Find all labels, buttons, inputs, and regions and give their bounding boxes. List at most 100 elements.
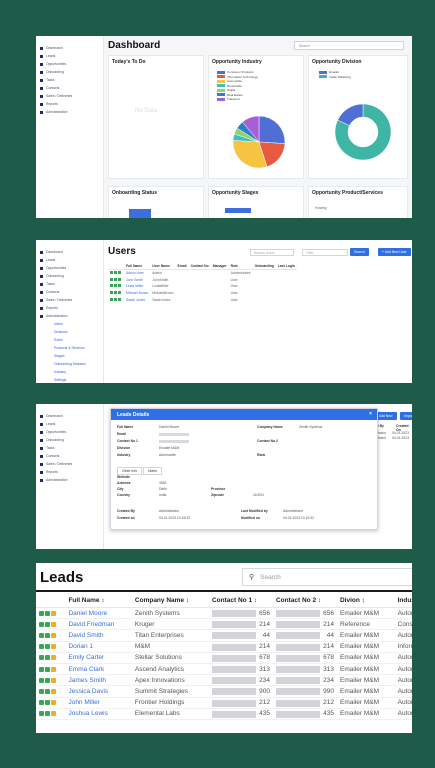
lead-name-link[interactable]: David Smith [65, 629, 132, 642]
sidebar-item[interactable]: Settings [36, 376, 103, 383]
sidebar-item[interactable]: Leads [36, 420, 103, 428]
sidebar-item[interactable]: Dashboard [36, 248, 103, 256]
view-icon[interactable] [39, 711, 44, 717]
action-icon[interactable] [114, 297, 117, 301]
sidebar-item[interactable]: Reports [36, 100, 103, 108]
modal-tab[interactable]: Other Info [117, 467, 143, 475]
user-name-link[interactable]: Michael Brown [124, 290, 150, 297]
action-icon[interactable] [118, 277, 121, 281]
lead-name-link[interactable]: Emma Clark [65, 663, 132, 676]
sidebar-item[interactable]: Leads [36, 256, 103, 264]
table-row[interactable]: Joshua Lewis Elemental Labs 435 435 Emailer … [36, 708, 412, 720]
edit-icon[interactable] [45, 644, 50, 650]
action-icon[interactable] [118, 297, 121, 301]
action-icon[interactable] [110, 284, 113, 288]
users-filter-input[interactable]: Filter [302, 249, 348, 256]
lock-icon[interactable] [51, 644, 56, 650]
sidebar-item[interactable]: Dashboard [36, 412, 103, 420]
lock-icon[interactable] [51, 688, 56, 694]
table-row[interactable]: Linda Miller LindaMiller User [108, 283, 297, 290]
sidebar-item[interactable]: Tasks [36, 444, 103, 452]
add-user-button[interactable]: + Add New User [378, 248, 411, 256]
lock-icon[interactable] [51, 666, 56, 672]
table-row[interactable]: Emily Carter Stellar Solutions 678 678 Email… [36, 652, 412, 664]
lock-icon[interactable] [51, 700, 56, 706]
column-header[interactable]: Full Name ↕ [65, 593, 132, 608]
column-header[interactable]: Role [228, 262, 253, 270]
user-name-link[interactable]: Sarah Jones [124, 296, 150, 303]
users-search-input[interactable]: Search Users [250, 249, 294, 256]
view-icon[interactable] [39, 621, 44, 627]
dashboard-select[interactable]: Search [294, 41, 404, 50]
users-search-button[interactable]: Search [350, 248, 369, 256]
lock-icon[interactable] [51, 655, 56, 661]
leads-search[interactable]: ⚲ Search [242, 568, 412, 586]
view-icon[interactable] [39, 644, 44, 650]
close-icon[interactable]: × [369, 411, 372, 417]
column-header[interactable]: Industry ↕ [394, 593, 412, 608]
sidebar-item[interactable]: Products & Services [36, 344, 103, 352]
action-icon[interactable] [110, 291, 113, 295]
column-header[interactable]: Contact No 1 ↕ [208, 593, 273, 608]
action-icon[interactable] [114, 291, 117, 295]
edit-icon[interactable] [45, 666, 50, 672]
lock-icon[interactable] [51, 677, 56, 683]
lead-name-link[interactable]: James Smith [65, 674, 132, 687]
lead-name-link[interactable]: Jessica Davis [65, 685, 132, 698]
edit-icon[interactable] [45, 700, 50, 706]
view-icon[interactable] [39, 632, 44, 638]
table-row[interactable]: John Smith JohnSmith User [108, 277, 297, 284]
lock-icon[interactable] [51, 632, 56, 638]
sidebar-item[interactable]: Divisions [36, 328, 103, 336]
sidebar-item[interactable]: Stages [36, 352, 103, 360]
sidebar-item[interactable]: Administration [36, 312, 103, 320]
action-icon[interactable] [110, 277, 113, 281]
import-button[interactable]: Import [400, 412, 412, 420]
sidebar-item[interactable]: Sales / Deliveries [36, 92, 103, 100]
user-name-link[interactable]: Admin User [124, 270, 150, 277]
table-row[interactable]: Michael Brown MichaelBrown User [108, 290, 297, 297]
table-row[interactable]: David FriedmanKruger214214ReferenceConsu… [36, 618, 412, 631]
edit-icon[interactable] [45, 655, 50, 661]
lead-name-link[interactable]: David Friedman [65, 618, 132, 631]
modal-tab[interactable]: Notes [143, 467, 162, 475]
edit-icon[interactable] [45, 677, 50, 683]
sidebar-item[interactable]: Dashboard [36, 44, 103, 52]
action-icon[interactable] [110, 297, 113, 301]
lead-name-link[interactable]: Daniel Moore [65, 607, 132, 620]
table-row[interactable]: Admin User Admin Administrator [108, 270, 297, 277]
view-icon[interactable] [39, 610, 44, 616]
sidebar-item[interactable]: Opportunities [36, 60, 103, 68]
table-row[interactable]: David Smith Titan Enterprises 44 44 Emailer … [36, 629, 412, 642]
view-icon[interactable] [39, 677, 44, 683]
sidebar-item[interactable]: Contacts [36, 452, 103, 460]
sidebar-item[interactable]: Onboarding [36, 272, 103, 280]
sidebar-item[interactable]: Onboarding [36, 68, 103, 76]
column-header[interactable]: Full Name [124, 262, 151, 270]
column-header[interactable]: Onboarding [252, 262, 276, 270]
action-icon[interactable] [118, 271, 121, 275]
sidebar-item[interactable]: Industry [36, 368, 103, 376]
table-row[interactable]: James Smith Apex Innovations 234 234 Emailer… [36, 674, 412, 687]
edit-icon[interactable] [45, 632, 50, 638]
view-icon[interactable] [39, 700, 44, 706]
sidebar-item[interactable]: Onboarding Statuses [36, 360, 103, 368]
lead-name-link[interactable]: Emily Carter [65, 652, 132, 664]
column-header[interactable]: Divion ↕ [336, 593, 395, 608]
column-header[interactable]: Manager [210, 262, 229, 270]
view-icon[interactable] [39, 655, 44, 661]
column-header[interactable]: Last Login [275, 262, 297, 270]
lead-name-link[interactable]: Dorian 1 [65, 641, 132, 653]
user-name-link[interactable]: John Smith [124, 277, 150, 284]
sidebar-item[interactable]: Sales / Deliveries [36, 296, 103, 304]
sidebar-item[interactable]: Opportunities [36, 428, 103, 436]
column-header[interactable]: Company Name ↕ [131, 593, 209, 608]
column-header[interactable]: User Name [150, 262, 176, 270]
lock-icon[interactable] [51, 610, 56, 616]
edit-icon[interactable] [45, 688, 50, 694]
sidebar-item[interactable]: Tasks [36, 280, 103, 288]
action-icon[interactable] [114, 284, 117, 288]
sidebar-item[interactable]: Contacts [36, 288, 103, 296]
table-row[interactable]: John Miller Frontier Holdings 212 212 Emaile… [36, 697, 412, 709]
table-row[interactable]: Jessica Davis Summit Strategies 900 990 Emai… [36, 685, 412, 698]
